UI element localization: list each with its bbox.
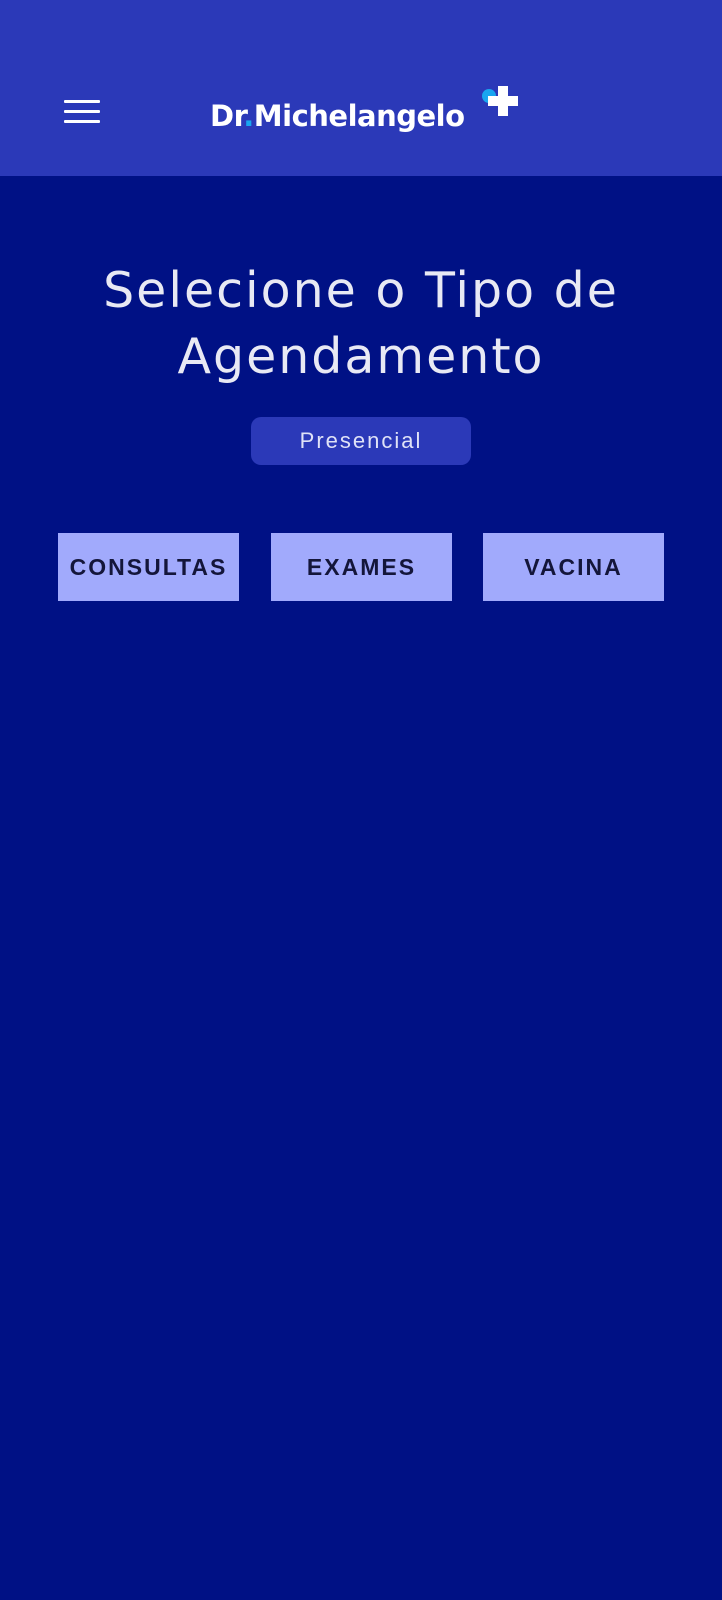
brand-logo: Dr.Michelangelo [210, 84, 520, 142]
appointment-type-options: CONSULTAS EXAMES VACINA [58, 533, 664, 601]
appointment-mode-chip[interactable]: Presencial [251, 417, 471, 465]
hamburger-menu-icon-bar [64, 120, 100, 123]
exames-button[interactable]: EXAMES [271, 533, 452, 601]
page-title: Selecione o Tipo de Agendamento [40, 258, 682, 390]
medical-cross-icon [482, 86, 518, 116]
logo-prefix: Dr [210, 99, 244, 133]
menu-button[interactable] [58, 92, 106, 132]
logo-name: Michelangelo [253, 99, 465, 133]
app-bar: Dr.Michelangelo [0, 0, 722, 176]
logo-text: Dr.Michelangelo [210, 102, 465, 131]
hamburger-menu-icon [64, 100, 100, 103]
vacina-button[interactable]: VACINA [483, 533, 664, 601]
logo-dot: . [243, 99, 254, 133]
page-title-line-1: Selecione o Tipo de [103, 262, 619, 319]
hamburger-menu-icon-bar [64, 110, 100, 113]
consultas-button[interactable]: CONSULTAS [58, 533, 239, 601]
page-title-line-2: Agendamento [177, 328, 545, 385]
